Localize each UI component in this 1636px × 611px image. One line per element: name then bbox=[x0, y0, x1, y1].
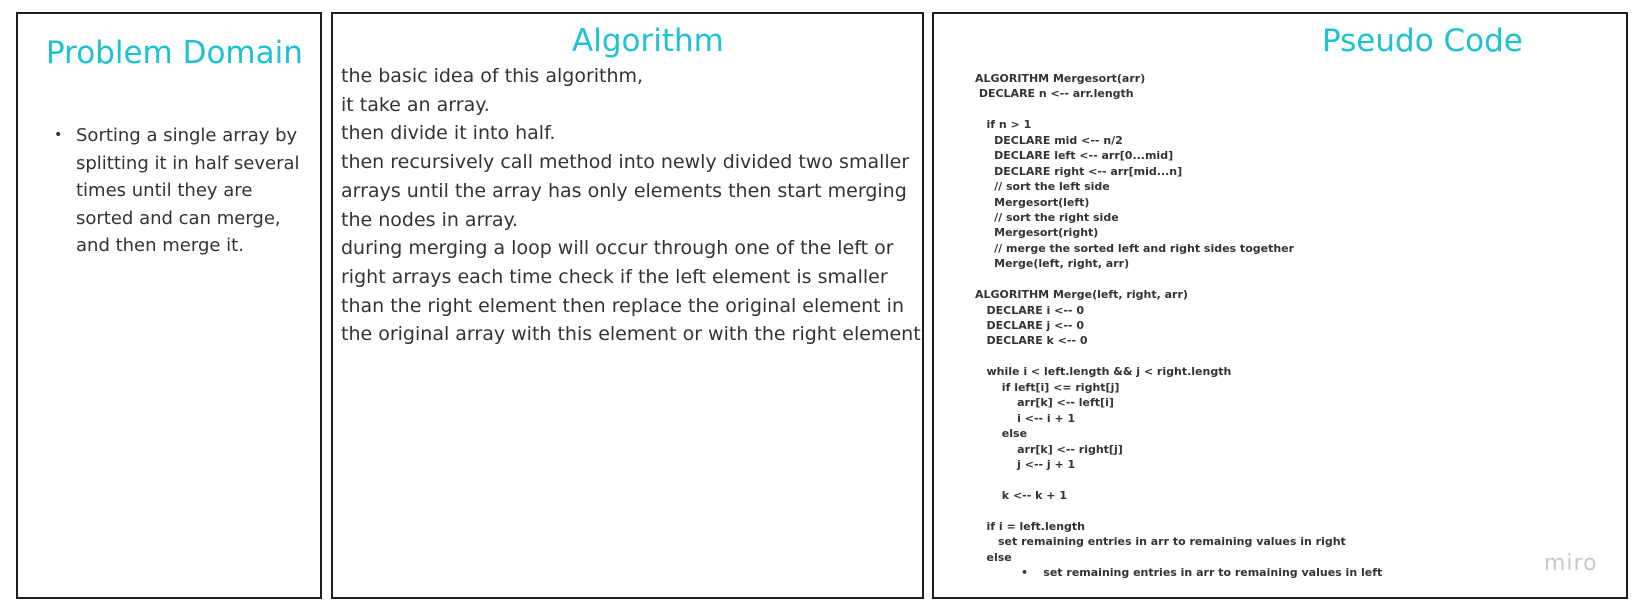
code-line: • set remaining entries in arr to remain… bbox=[975, 566, 1383, 579]
code-line: if i = left.length bbox=[975, 519, 1085, 533]
code-line: set remaining entries in arr to remainin… bbox=[975, 535, 1346, 549]
miro-logo: miro bbox=[1544, 551, 1598, 576]
code-line: arr[k] <-- right[j] bbox=[975, 442, 1123, 456]
code-line: DECLARE i <-- 0 bbox=[975, 303, 1084, 317]
code-line: else bbox=[975, 427, 1028, 441]
pseudo-code-title: Pseudo Code bbox=[1322, 23, 1523, 59]
code-line: while i < left.length && j < right.lengt… bbox=[975, 365, 1232, 379]
problem-domain-frame[interactable]: Problem Domain • Sorting a single array … bbox=[16, 12, 322, 599]
code-line: Mergesort(right) bbox=[975, 226, 1099, 240]
algorithm-frame[interactable]: Algorithm the basic idea of this algorit… bbox=[331, 12, 924, 599]
algorithm-line: the basic idea of this algorithm, bbox=[341, 65, 644, 87]
code-line: Mergesort(left) bbox=[975, 195, 1090, 209]
problem-domain-text: Sorting a single array by splitting it i… bbox=[76, 125, 300, 256]
algorithm-title: Algorithm bbox=[572, 23, 724, 59]
code-line: DECLARE k <-- 0 bbox=[975, 334, 1088, 348]
code-line: else bbox=[975, 550, 1012, 564]
code-line: if n > 1 bbox=[975, 118, 1032, 132]
code-line: Merge(left, right, arr) bbox=[975, 257, 1130, 271]
algorithm-line: then recursively call method into newly … bbox=[341, 151, 910, 231]
code-line: i <-- i + 1 bbox=[975, 411, 1076, 425]
pseudo-code-block: ALGORITHM Mergesort(arr) DECLARE n <-- a… bbox=[975, 71, 1575, 580]
code-line: k <-- k + 1 bbox=[975, 488, 1067, 502]
code-line: DECLARE left <-- arr[0...mid] bbox=[975, 149, 1174, 163]
code-line: DECLARE mid <-- n/2 bbox=[975, 133, 1123, 147]
code-line: // merge the sorted left and right sides… bbox=[975, 241, 1295, 255]
bullet-icon: • bbox=[54, 127, 63, 143]
code-line: if left[i] <= right[j] bbox=[975, 380, 1120, 394]
problem-domain-title: Problem Domain bbox=[46, 35, 303, 71]
code-line: DECLARE right <-- arr[mid...n] bbox=[975, 164, 1183, 178]
algorithm-line: then divide it into half. bbox=[341, 122, 556, 145]
code-line: DECLARE n <-- arr.length bbox=[975, 87, 1134, 101]
code-line: ALGORITHM Merge(left, right, arr) bbox=[975, 288, 1188, 302]
algorithm-text-block: the basic idea of this algorithm, it tak… bbox=[341, 62, 921, 349]
code-line: // sort the left side bbox=[975, 180, 1110, 194]
code-line: DECLARE j <-- 0 bbox=[975, 319, 1084, 332]
code-line: // sort the right side bbox=[975, 210, 1119, 224]
algorithm-line: it take an array. bbox=[341, 93, 490, 116]
algorithm-line: during merging a loop will occur through… bbox=[341, 237, 921, 346]
code-line: j <-- j + 1 bbox=[975, 457, 1076, 471]
problem-domain-bullet-list: • Sorting a single array by splitting it… bbox=[46, 122, 308, 260]
pseudo-code-frame[interactable]: Pseudo Code ALGORITHM Mergesort(arr) DEC… bbox=[932, 12, 1628, 599]
code-line: ALGORITHM Mergesort(arr) bbox=[975, 72, 1146, 85]
whiteboard-canvas[interactable]: Problem Domain • Sorting a single array … bbox=[0, 0, 1636, 611]
code-line: arr[k] <-- left[i] bbox=[975, 396, 1114, 410]
list-item: • Sorting a single array by splitting it… bbox=[46, 122, 308, 260]
